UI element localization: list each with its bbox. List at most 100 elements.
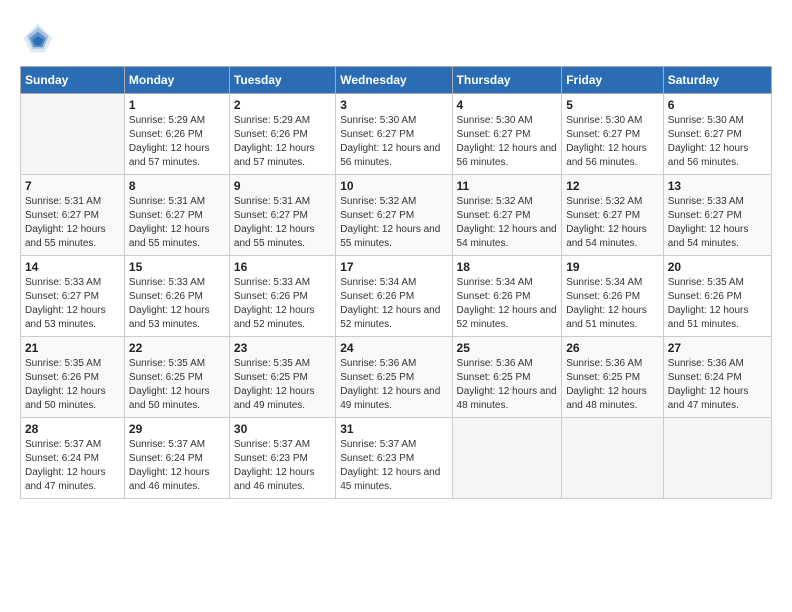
day-cell: 1 Sunrise: 5:29 AMSunset: 6:26 PMDayligh…: [124, 94, 229, 175]
day-info: Sunrise: 5:37 AMSunset: 6:23 PMDaylight:…: [340, 438, 447, 494]
day-cell: 30 Sunrise: 5:37 AMSunset: 6:23 PMDaylig…: [229, 418, 335, 499]
day-number: 11: [457, 179, 558, 193]
day-number: 8: [129, 179, 225, 193]
day-info: Sunrise: 5:33 AMSunset: 6:26 PMDaylight:…: [129, 276, 225, 332]
day-cell: 13 Sunrise: 5:33 AMSunset: 6:27 PMDaylig…: [663, 175, 771, 256]
week-row-4: 21 Sunrise: 5:35 AMSunset: 6:26 PMDaylig…: [21, 337, 772, 418]
day-number: 27: [668, 341, 767, 355]
day-info: Sunrise: 5:36 AMSunset: 6:25 PMDaylight:…: [340, 357, 447, 413]
day-info: Sunrise: 5:29 AMSunset: 6:26 PMDaylight:…: [234, 114, 331, 170]
day-info: Sunrise: 5:33 AMSunset: 6:27 PMDaylight:…: [668, 195, 767, 251]
day-cell: 14 Sunrise: 5:33 AMSunset: 6:27 PMDaylig…: [21, 256, 125, 337]
day-number: 29: [129, 422, 225, 436]
day-info: Sunrise: 5:35 AMSunset: 6:25 PMDaylight:…: [129, 357, 225, 413]
day-info: Sunrise: 5:33 AMSunset: 6:26 PMDaylight:…: [234, 276, 331, 332]
day-number: 19: [566, 260, 659, 274]
day-info: Sunrise: 5:36 AMSunset: 6:25 PMDaylight:…: [566, 357, 659, 413]
day-info: Sunrise: 5:35 AMSunset: 6:26 PMDaylight:…: [25, 357, 120, 413]
day-info: Sunrise: 5:32 AMSunset: 6:27 PMDaylight:…: [457, 195, 558, 251]
day-number: 21: [25, 341, 120, 355]
day-cell: 12 Sunrise: 5:32 AMSunset: 6:27 PMDaylig…: [562, 175, 664, 256]
day-cell: 20 Sunrise: 5:35 AMSunset: 6:26 PMDaylig…: [663, 256, 771, 337]
week-row-1: 1 Sunrise: 5:29 AMSunset: 6:26 PMDayligh…: [21, 94, 772, 175]
day-number: 23: [234, 341, 331, 355]
day-cell: 7 Sunrise: 5:31 AMSunset: 6:27 PMDayligh…: [21, 175, 125, 256]
week-row-3: 14 Sunrise: 5:33 AMSunset: 6:27 PMDaylig…: [21, 256, 772, 337]
day-cell: 25 Sunrise: 5:36 AMSunset: 6:25 PMDaylig…: [452, 337, 562, 418]
day-number: 22: [129, 341, 225, 355]
day-info: Sunrise: 5:35 AMSunset: 6:25 PMDaylight:…: [234, 357, 331, 413]
day-number: 10: [340, 179, 447, 193]
day-number: 26: [566, 341, 659, 355]
day-info: Sunrise: 5:37 AMSunset: 6:23 PMDaylight:…: [234, 438, 331, 494]
day-info: Sunrise: 5:37 AMSunset: 6:24 PMDaylight:…: [129, 438, 225, 494]
day-cell: 11 Sunrise: 5:32 AMSunset: 6:27 PMDaylig…: [452, 175, 562, 256]
day-cell: 3 Sunrise: 5:30 AMSunset: 6:27 PMDayligh…: [336, 94, 452, 175]
day-number: 5: [566, 98, 659, 112]
day-number: 6: [668, 98, 767, 112]
day-number: 30: [234, 422, 331, 436]
day-number: 7: [25, 179, 120, 193]
day-info: Sunrise: 5:31 AMSunset: 6:27 PMDaylight:…: [129, 195, 225, 251]
day-number: 18: [457, 260, 558, 274]
day-cell: 24 Sunrise: 5:36 AMSunset: 6:25 PMDaylig…: [336, 337, 452, 418]
day-number: 25: [457, 341, 558, 355]
day-info: Sunrise: 5:36 AMSunset: 6:24 PMDaylight:…: [668, 357, 767, 413]
header-cell-saturday: Saturday: [663, 67, 771, 94]
day-number: 24: [340, 341, 447, 355]
day-cell: [663, 418, 771, 499]
header-row: SundayMondayTuesdayWednesdayThursdayFrid…: [21, 67, 772, 94]
day-cell: 26 Sunrise: 5:36 AMSunset: 6:25 PMDaylig…: [562, 337, 664, 418]
day-number: 17: [340, 260, 447, 274]
day-cell: [562, 418, 664, 499]
day-info: Sunrise: 5:31 AMSunset: 6:27 PMDaylight:…: [234, 195, 331, 251]
day-number: 14: [25, 260, 120, 274]
day-cell: 29 Sunrise: 5:37 AMSunset: 6:24 PMDaylig…: [124, 418, 229, 499]
header-cell-wednesday: Wednesday: [336, 67, 452, 94]
day-number: 13: [668, 179, 767, 193]
day-info: Sunrise: 5:35 AMSunset: 6:26 PMDaylight:…: [668, 276, 767, 332]
day-info: Sunrise: 5:36 AMSunset: 6:25 PMDaylight:…: [457, 357, 558, 413]
day-info: Sunrise: 5:30 AMSunset: 6:27 PMDaylight:…: [566, 114, 659, 170]
day-cell: 9 Sunrise: 5:31 AMSunset: 6:27 PMDayligh…: [229, 175, 335, 256]
day-cell: 28 Sunrise: 5:37 AMSunset: 6:24 PMDaylig…: [21, 418, 125, 499]
day-cell: 2 Sunrise: 5:29 AMSunset: 6:26 PMDayligh…: [229, 94, 335, 175]
day-info: Sunrise: 5:32 AMSunset: 6:27 PMDaylight:…: [566, 195, 659, 251]
day-number: 2: [234, 98, 331, 112]
day-cell: 23 Sunrise: 5:35 AMSunset: 6:25 PMDaylig…: [229, 337, 335, 418]
day-info: Sunrise: 5:30 AMSunset: 6:27 PMDaylight:…: [340, 114, 447, 170]
day-cell: [452, 418, 562, 499]
day-number: 4: [457, 98, 558, 112]
day-number: 16: [234, 260, 331, 274]
day-cell: 8 Sunrise: 5:31 AMSunset: 6:27 PMDayligh…: [124, 175, 229, 256]
logo-icon: [20, 20, 56, 56]
day-cell: 17 Sunrise: 5:34 AMSunset: 6:26 PMDaylig…: [336, 256, 452, 337]
day-number: 28: [25, 422, 120, 436]
day-number: 12: [566, 179, 659, 193]
day-info: Sunrise: 5:30 AMSunset: 6:27 PMDaylight:…: [457, 114, 558, 170]
header-cell-monday: Monday: [124, 67, 229, 94]
day-cell: 18 Sunrise: 5:34 AMSunset: 6:26 PMDaylig…: [452, 256, 562, 337]
header-cell-sunday: Sunday: [21, 67, 125, 94]
day-number: 9: [234, 179, 331, 193]
header: [20, 20, 772, 56]
day-cell: 16 Sunrise: 5:33 AMSunset: 6:26 PMDaylig…: [229, 256, 335, 337]
day-cell: 19 Sunrise: 5:34 AMSunset: 6:26 PMDaylig…: [562, 256, 664, 337]
day-info: Sunrise: 5:31 AMSunset: 6:27 PMDaylight:…: [25, 195, 120, 251]
day-cell: 6 Sunrise: 5:30 AMSunset: 6:27 PMDayligh…: [663, 94, 771, 175]
day-cell: 31 Sunrise: 5:37 AMSunset: 6:23 PMDaylig…: [336, 418, 452, 499]
day-cell: 15 Sunrise: 5:33 AMSunset: 6:26 PMDaylig…: [124, 256, 229, 337]
day-info: Sunrise: 5:30 AMSunset: 6:27 PMDaylight:…: [668, 114, 767, 170]
day-number: 31: [340, 422, 447, 436]
day-number: 3: [340, 98, 447, 112]
day-info: Sunrise: 5:32 AMSunset: 6:27 PMDaylight:…: [340, 195, 447, 251]
day-info: Sunrise: 5:37 AMSunset: 6:24 PMDaylight:…: [25, 438, 120, 494]
header-cell-tuesday: Tuesday: [229, 67, 335, 94]
day-number: 1: [129, 98, 225, 112]
day-cell: [21, 94, 125, 175]
day-cell: 27 Sunrise: 5:36 AMSunset: 6:24 PMDaylig…: [663, 337, 771, 418]
header-cell-thursday: Thursday: [452, 67, 562, 94]
calendar-table: SundayMondayTuesdayWednesdayThursdayFrid…: [20, 66, 772, 499]
header-cell-friday: Friday: [562, 67, 664, 94]
day-info: Sunrise: 5:29 AMSunset: 6:26 PMDaylight:…: [129, 114, 225, 170]
